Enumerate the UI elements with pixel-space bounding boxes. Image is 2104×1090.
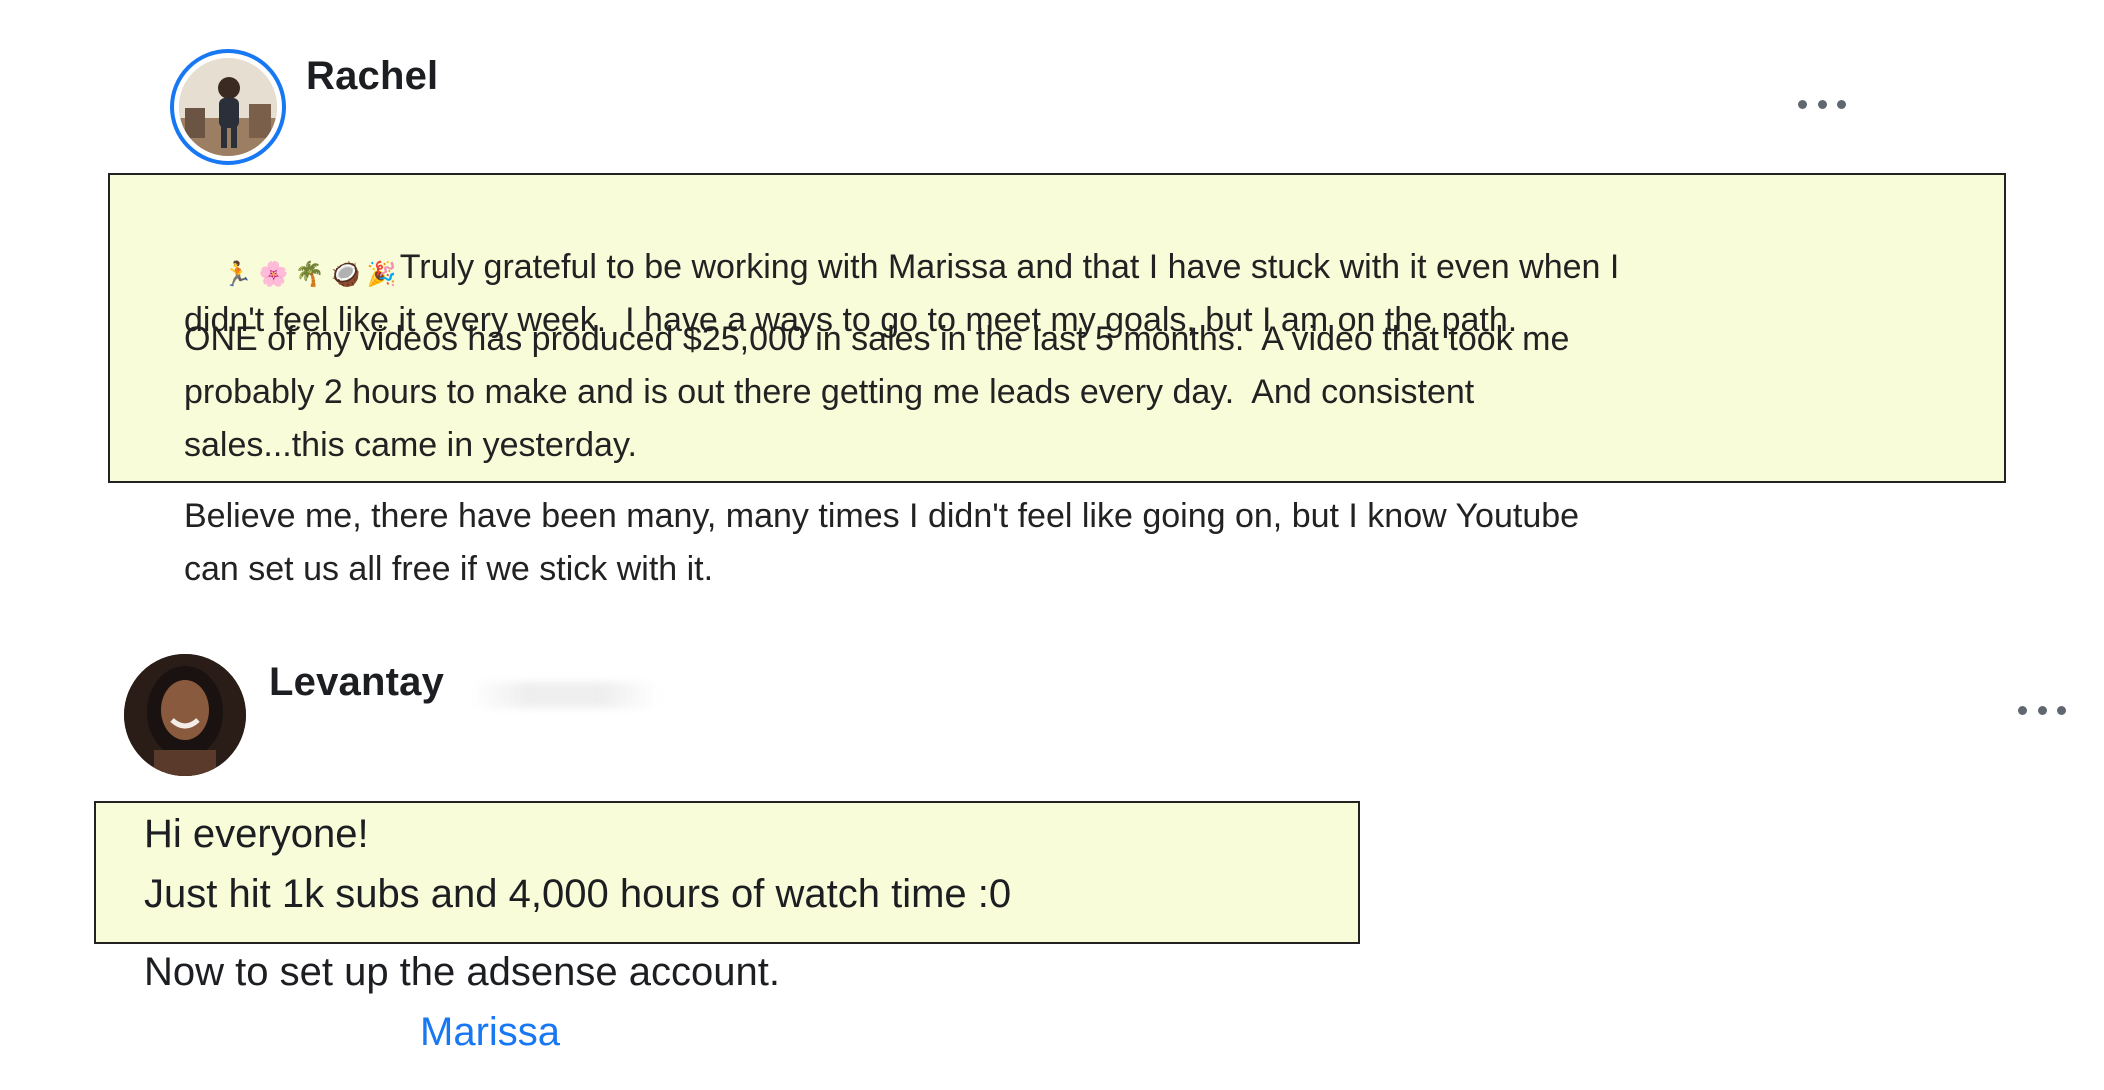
palm-tree-emoji-icon: 🌴	[294, 261, 325, 288]
more-options-icon[interactable]	[1798, 97, 1846, 111]
mention-link[interactable]: Marissa	[420, 1010, 560, 1055]
party-popper-emoji-icon: 🎉	[366, 261, 397, 288]
avatar[interactable]	[179, 58, 277, 156]
dot-icon	[1837, 99, 1846, 109]
post-text-paragraph: ONE of my videos has produced $25,000 in…	[184, 320, 1570, 464]
runner-emoji-icon: 🏃	[222, 261, 253, 288]
dot-icon	[1798, 99, 1807, 109]
dot-icon	[2057, 705, 2066, 715]
post-text-paragraph: Hi everyone! Just hit 1k subs and 4,000 …	[144, 812, 1012, 916]
flower-emoji-icon: 🌸	[258, 261, 289, 288]
more-options-icon[interactable]	[2018, 703, 2066, 717]
coconut-emoji-icon: 🥥	[330, 261, 361, 288]
dot-icon	[1817, 99, 1827, 109]
emoji-group: 🏃 🌸 🌴 🥥 🎉	[222, 259, 398, 291]
avatar-photo-icon	[124, 654, 246, 776]
author-name[interactable]: Rachel	[306, 54, 438, 99]
avatar[interactable]	[124, 654, 246, 776]
post-text-paragraph: Now to set up the adsense account.	[144, 950, 780, 994]
dot-icon	[2037, 705, 2047, 715]
post-text-paragraph: Believe me, there have been many, many t…	[184, 497, 1580, 588]
redacted-name	[470, 682, 660, 708]
avatar-photo-icon	[179, 58, 277, 156]
author-name[interactable]: Levantay	[269, 660, 444, 705]
dot-icon	[2018, 705, 2027, 715]
